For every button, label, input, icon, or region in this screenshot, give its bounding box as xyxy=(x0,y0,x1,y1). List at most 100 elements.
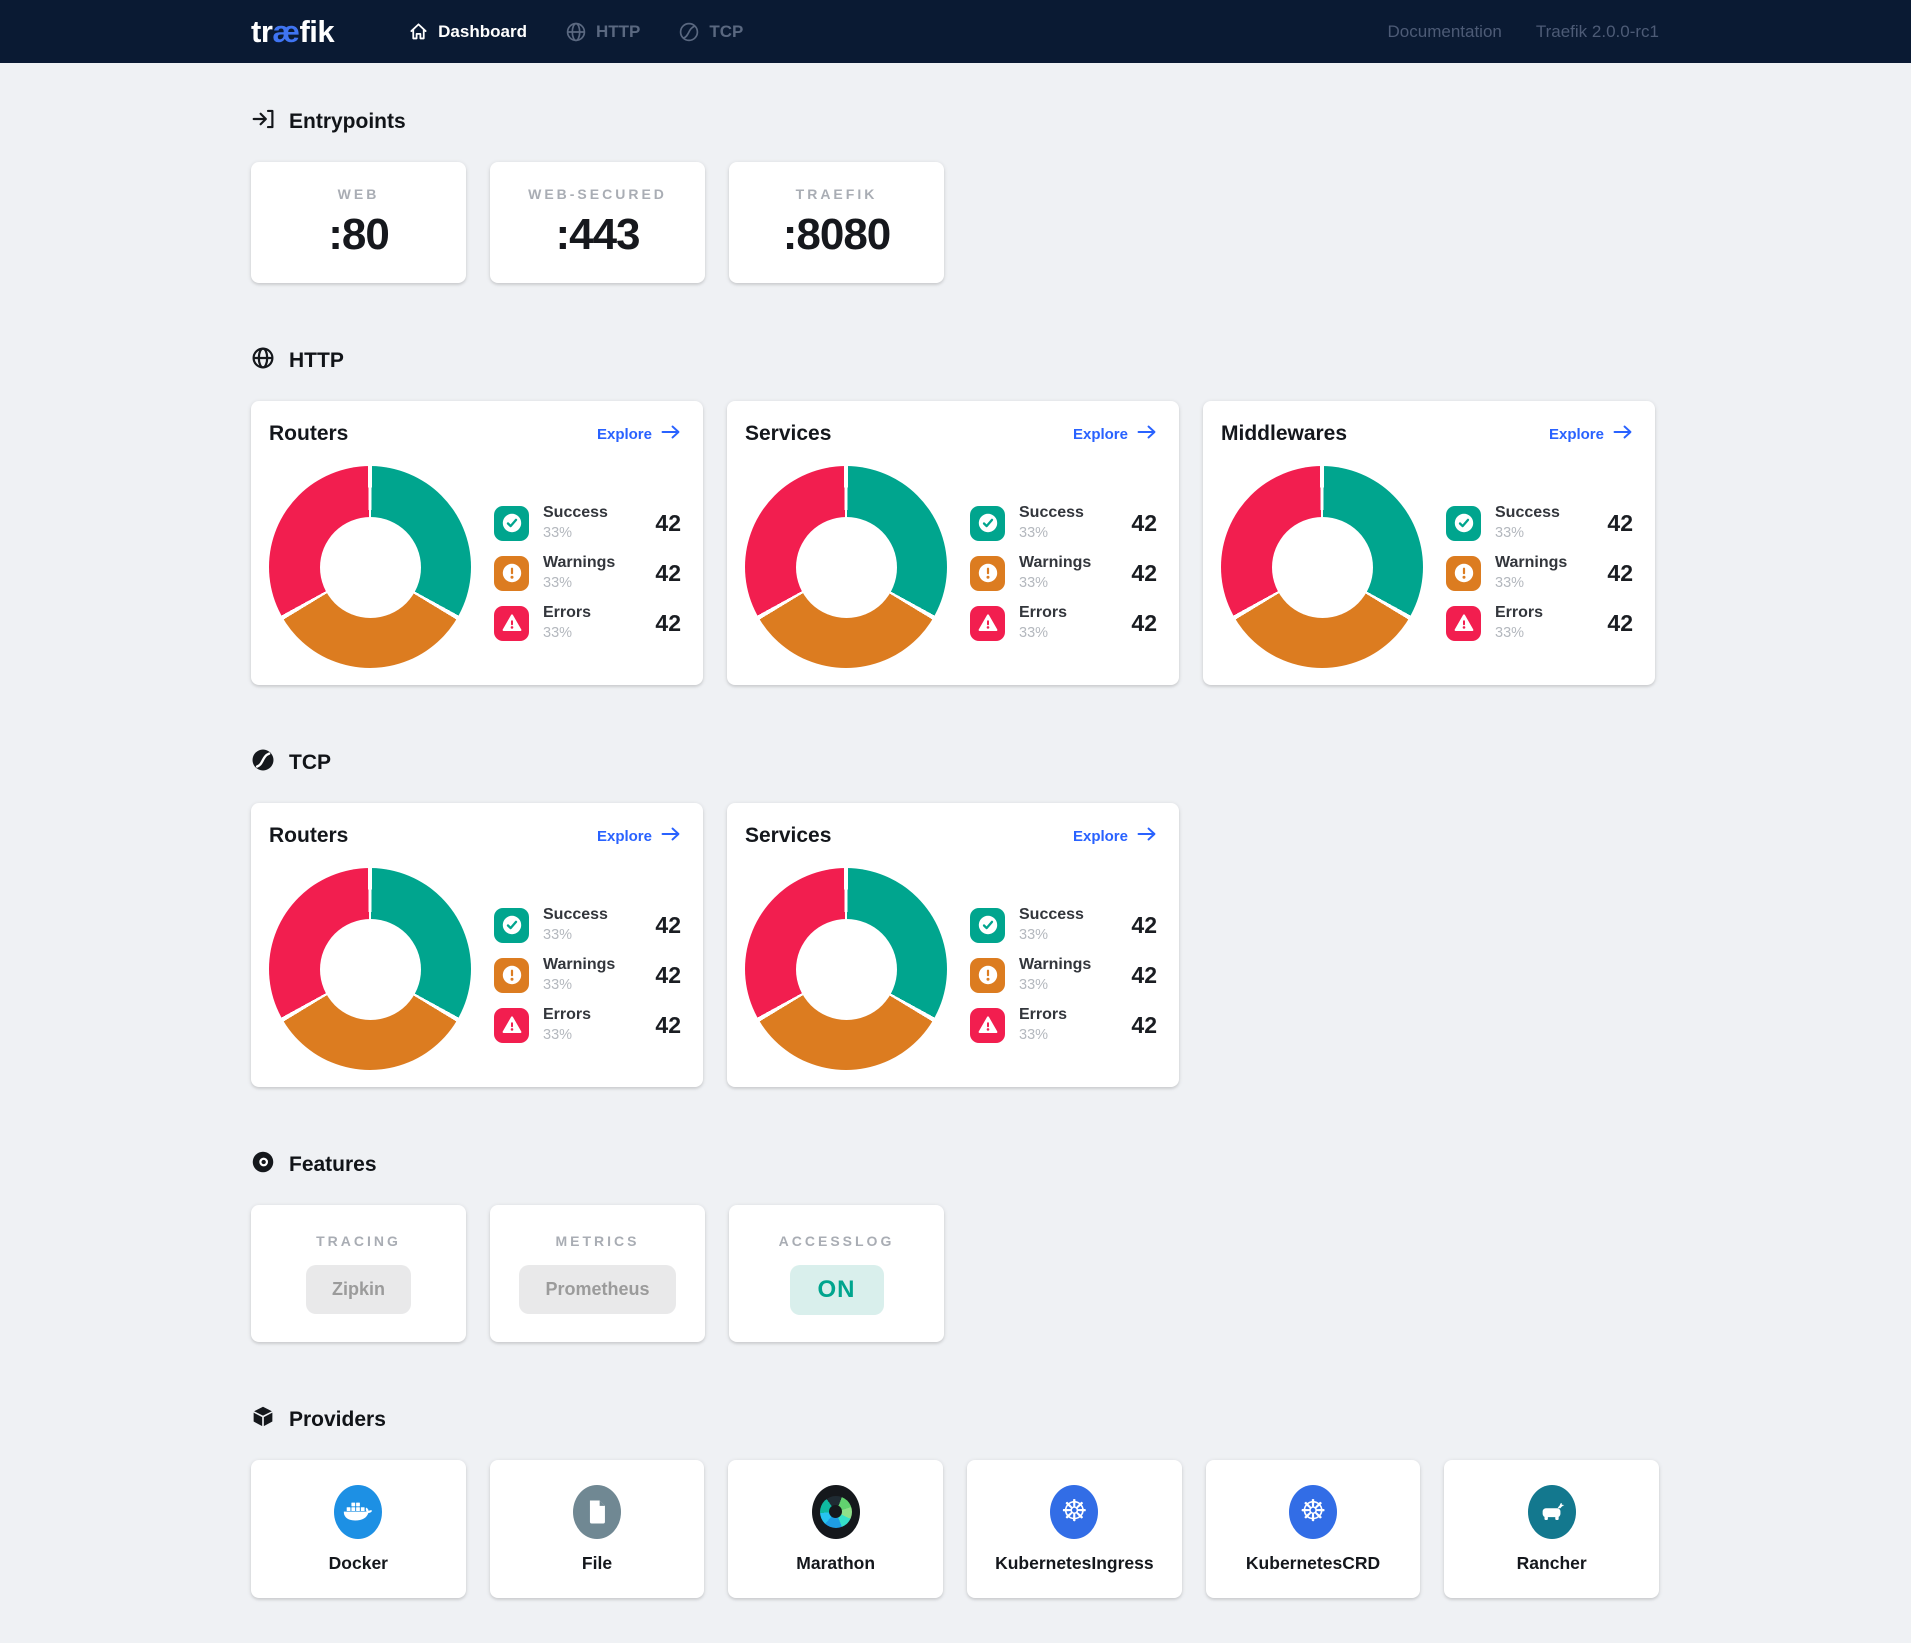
logo-text-end: fik xyxy=(299,14,334,49)
feature-value-badge: Zipkin xyxy=(306,1265,411,1314)
legend-value: 42 xyxy=(655,560,681,587)
providers-row: Docker File Marathon ☸ KubernetesIngress… xyxy=(251,1460,1659,1598)
legend-label: Warnings xyxy=(543,554,615,572)
feature-card-accesslog: ACCESSLOG ON xyxy=(729,1205,944,1342)
entrypoint-port: :80 xyxy=(328,210,389,260)
chart-legend: Success33% 42 Warnings33% 42 Errors33% 4… xyxy=(1446,498,1633,648)
provider-card-kubernetes-ingress: ☸ KubernetesIngress xyxy=(967,1460,1182,1598)
entrypoint-label: WEB-SECURED xyxy=(528,186,667,202)
file-logo-icon xyxy=(573,1485,621,1539)
warning-icon xyxy=(970,556,1005,591)
legend-row-errors: Errors33% 42 xyxy=(494,598,681,648)
legend-label: Warnings xyxy=(1495,554,1567,572)
entrypoint-label: WEB xyxy=(338,186,380,202)
card-title: Services xyxy=(745,824,831,848)
legend-value: 42 xyxy=(1607,560,1633,587)
legend-value: 42 xyxy=(1131,560,1157,587)
nav-label-tcp: TCP xyxy=(709,22,743,42)
kubernetes-logo-icon: ☸ xyxy=(1050,1485,1098,1539)
legend-percent: 33% xyxy=(543,525,608,542)
features-section-header: Features xyxy=(251,1150,1659,1179)
legend-percent: 33% xyxy=(543,1027,591,1044)
section-title-features: Features xyxy=(289,1153,377,1177)
explore-link[interactable]: Explore xyxy=(1073,425,1157,443)
legend-label: Warnings xyxy=(1019,956,1091,974)
kubernetes-wheel-glyph: ☸ xyxy=(1300,1497,1327,1527)
explore-link[interactable]: Explore xyxy=(1549,425,1633,443)
features-row: TRACING Zipkin METRICS Prometheus ACCESS… xyxy=(251,1205,1659,1342)
legend-row-warnings: Warnings33% 42 xyxy=(970,548,1157,598)
tcp-routers-card: Routers Explore Success33% 42 Warnings33… xyxy=(251,803,703,1087)
login-arrow-icon xyxy=(251,107,275,136)
explore-link[interactable]: Explore xyxy=(597,827,681,845)
legend-row-success: Success33% 42 xyxy=(494,498,681,548)
documentation-link[interactable]: Documentation xyxy=(1388,22,1502,42)
explore-label: Explore xyxy=(597,426,652,443)
legend-row-warnings: Warnings33% 42 xyxy=(970,950,1157,1000)
feature-value-badge: Prometheus xyxy=(519,1265,675,1314)
donut-chart xyxy=(745,466,947,668)
nav-item-dashboard[interactable]: Dashboard xyxy=(408,21,527,42)
nav-item-tcp[interactable]: TCP xyxy=(678,21,743,43)
chart-legend: Success33% 42 Warnings33% 42 Errors33% 4… xyxy=(494,900,681,1050)
legend-value: 42 xyxy=(655,1012,681,1039)
home-icon xyxy=(408,21,429,42)
arrow-right-icon xyxy=(661,827,681,845)
provider-name: KubernetesCRD xyxy=(1246,1553,1380,1574)
legend-percent: 33% xyxy=(1495,525,1560,542)
entrypoint-port: :8080 xyxy=(783,210,891,260)
entrypoint-card-web-secured: WEB-SECURED :443 xyxy=(490,162,705,283)
section-title-http: HTTP xyxy=(289,349,344,373)
explore-label: Explore xyxy=(1073,828,1128,845)
legend-row-warnings: Warnings33% 42 xyxy=(494,950,681,1000)
legend-percent: 33% xyxy=(543,575,615,592)
entrypoints-row: WEB :80 WEB-SECURED :443 TRAEFIK :8080 xyxy=(251,162,1659,283)
arrow-right-icon xyxy=(1613,425,1633,443)
warning-icon xyxy=(970,958,1005,993)
http-section-header: HTTP xyxy=(251,346,1659,375)
arrow-right-icon xyxy=(1137,425,1157,443)
donut-chart xyxy=(269,466,471,668)
traefik-logo[interactable]: træfik xyxy=(251,14,334,50)
legend-row-warnings: Warnings33% 42 xyxy=(1446,548,1633,598)
arrow-right-icon xyxy=(1137,827,1157,845)
legend-row-success: Success33% 42 xyxy=(970,900,1157,950)
legend-value: 42 xyxy=(1131,610,1157,637)
logo-ae: æ xyxy=(272,14,299,49)
donut-chart xyxy=(269,868,471,1070)
version-label: Traefik 2.0.0-rc1 xyxy=(1536,22,1659,42)
error-icon xyxy=(494,606,529,641)
marathon-logo-icon xyxy=(812,1485,860,1539)
legend-value: 42 xyxy=(1131,1012,1157,1039)
error-icon xyxy=(970,1008,1005,1043)
warning-icon xyxy=(1446,556,1481,591)
explore-label: Explore xyxy=(1073,426,1128,443)
legend-row-warnings: Warnings 33% 42 xyxy=(494,548,681,598)
card-title: Middlewares xyxy=(1221,422,1347,446)
entrypoint-port: :443 xyxy=(555,210,639,260)
legend-label: Success xyxy=(543,504,608,522)
http-middlewares-card: Middlewares Explore Success33% 42 Warnin… xyxy=(1203,401,1655,685)
explore-link[interactable]: Explore xyxy=(597,425,681,443)
provider-card-file: File xyxy=(490,1460,705,1598)
provider-card-marathon: Marathon xyxy=(728,1460,943,1598)
feature-on-badge: ON xyxy=(790,1265,884,1315)
chart-legend: Success33% 42 Warnings33% 42 Errors33% 4… xyxy=(970,498,1157,648)
provider-name: File xyxy=(582,1553,612,1574)
legend-row-errors: Errors33% 42 xyxy=(1446,598,1633,648)
legend-percent: 33% xyxy=(1019,525,1084,542)
entrypoint-card-traefik: TRAEFIK :8080 xyxy=(729,162,944,283)
arrow-right-icon xyxy=(661,425,681,443)
explore-link[interactable]: Explore xyxy=(1073,827,1157,845)
card-title: Routers xyxy=(269,422,348,446)
legend-label: Errors xyxy=(543,604,591,622)
card-title: Routers xyxy=(269,824,348,848)
providers-section-header: Providers xyxy=(251,1405,1659,1434)
legend-value: 42 xyxy=(655,610,681,637)
http-services-card: Services Explore Success33% 42 Warnings3… xyxy=(727,401,1179,685)
legend-label: Errors xyxy=(1019,1006,1067,1024)
legend-percent: 33% xyxy=(543,977,615,994)
nav-item-http[interactable]: HTTP xyxy=(565,21,640,43)
feature-card-tracing: TRACING Zipkin xyxy=(251,1205,466,1342)
error-icon xyxy=(1446,606,1481,641)
